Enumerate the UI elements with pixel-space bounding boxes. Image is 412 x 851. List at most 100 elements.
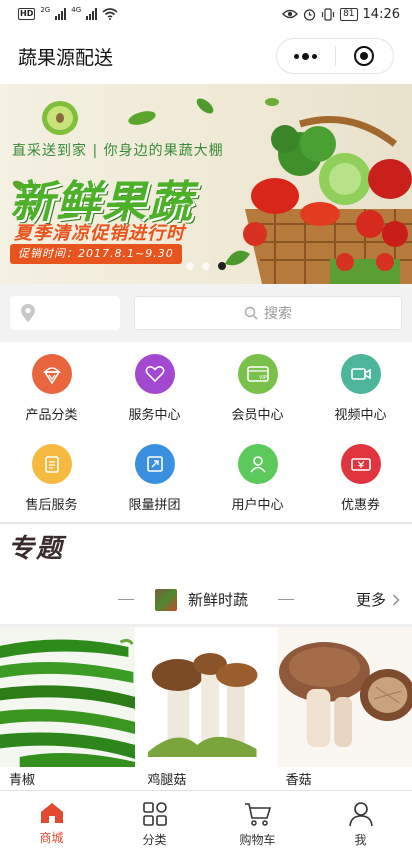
bottom-tab-bar: 商城 分类 购物车 我 <box>0 790 412 851</box>
menu-icon-circle <box>340 444 381 484</box>
menu-icon-circle <box>237 444 278 484</box>
product-name: 香菇 <box>285 773 312 788</box>
location-pin-icon <box>21 304 35 322</box>
menu-item-label: 视频中心 <box>334 408 387 423</box>
more-dot-icon <box>312 53 318 59</box>
menu-item-product-category[interactable]: 产品分类 <box>0 342 103 432</box>
mushroom-image <box>138 627 274 767</box>
tab-category[interactable]: 分类 <box>103 791 206 851</box>
home-icon <box>40 803 63 823</box>
more-options-button[interactable] <box>277 52 335 60</box>
product-card[interactable]: 青椒 <box>0 627 136 790</box>
search-row: 搜索 <box>0 284 412 342</box>
category-thumbnail <box>155 589 177 611</box>
promo-banner[interactable]: 直采送到家 | 你身边的果蔬大棚 新鲜果蔬 夏季清凉促销进行时 促销时间：201… <box>0 84 412 284</box>
topic-section-title: 专题 <box>8 534 65 564</box>
cart-icon <box>244 803 271 826</box>
eye-icon <box>282 9 298 19</box>
signal-icon <box>55 8 67 20</box>
status-time: 14:26 <box>362 6 400 22</box>
tab-label: 我 <box>354 833 367 847</box>
share-box-icon <box>146 456 163 472</box>
menu-item-label: 会员中心 <box>231 408 284 423</box>
alarm-icon <box>303 8 316 21</box>
location-selector[interactable] <box>10 296 120 330</box>
menu-item-service-center[interactable]: 服务中心 <box>103 342 206 432</box>
menu-icon-circle: VIP <box>237 354 278 394</box>
menu-item-label: 优惠券 <box>340 498 380 513</box>
tab-mall[interactable]: 商城 <box>0 791 103 851</box>
mini-program-capsule <box>276 38 394 74</box>
product-name: 鸡腿菇 <box>147 773 187 788</box>
menu-item-coupon[interactable]: 优惠券 <box>309 432 412 522</box>
product-card[interactable]: 香菇 <box>276 627 412 790</box>
svg-text:VIP: VIP <box>259 375 267 381</box>
battery-indicator: 81 <box>340 7 358 21</box>
tab-me[interactable]: 我 <box>309 791 412 851</box>
status-right: 81 14:26 <box>282 7 400 22</box>
wifi-icon <box>102 8 118 20</box>
vip-card-icon: VIP <box>246 366 269 382</box>
search-icon <box>244 306 258 320</box>
ice-cream-icon <box>42 367 61 385</box>
vibrate-icon <box>321 7 335 21</box>
more-label: 更多 <box>356 591 387 609</box>
title-bar: 蔬果源配送 <box>0 28 412 84</box>
product-list: 青椒 鸡腿菇 香菇 <box>0 627 412 790</box>
target-icon <box>354 46 375 66</box>
menu-item-label: 售后服务 <box>25 498 78 513</box>
menu-item-label: 限量拼团 <box>128 498 181 513</box>
chevron-right-icon <box>393 594 400 605</box>
menu-item-member-center[interactable]: VIP 会员中心 <box>206 342 309 432</box>
carousel-indicator <box>0 262 412 270</box>
menu-item-label: 服务中心 <box>128 408 181 423</box>
menu-icon-circle <box>31 444 72 484</box>
search-input[interactable]: 搜索 <box>134 296 402 330</box>
status-left: HD 2G 4G <box>18 6 118 20</box>
more-dot-icon <box>302 52 310 60</box>
tab-cart[interactable]: 购物车 <box>206 791 309 851</box>
coupon-icon <box>350 458 371 471</box>
category-header: 新鲜时蔬 更多 <box>0 584 412 616</box>
menu-icon-circle <box>340 354 381 394</box>
section-divider <box>0 522 412 524</box>
video-camera-icon <box>350 368 371 380</box>
more-link[interactable]: 更多 <box>356 589 400 610</box>
product-card[interactable]: 鸡腿菇 <box>138 627 274 790</box>
heart-icon <box>145 366 164 383</box>
more-dot-icon <box>294 53 300 59</box>
menu-icon-circle <box>134 444 175 484</box>
product-name: 青椒 <box>9 773 36 788</box>
tab-label: 购物车 <box>239 833 276 847</box>
category-name: 新鲜时蔬 <box>188 591 249 609</box>
green-pepper-image <box>0 627 136 767</box>
status-bar: HD 2G 4G 81 14:26 <box>0 0 412 28</box>
menu-icon-circle <box>134 354 175 394</box>
menu-item-video-center[interactable]: 视频中心 <box>309 342 412 432</box>
divider-line <box>118 599 134 600</box>
clipboard-icon <box>44 456 59 473</box>
page-title: 蔬果源配送 <box>18 46 114 69</box>
menu-item-label: 用户中心 <box>231 498 284 513</box>
network-2g-label: 2G <box>40 6 51 14</box>
divider-line <box>278 599 294 600</box>
menu-item-label: 产品分类 <box>25 408 78 423</box>
network-4g-label: 4G <box>71 6 82 14</box>
close-mini-program-button[interactable] <box>336 46 394 66</box>
user-icon <box>249 456 266 473</box>
menu-item-user-center[interactable]: 用户中心 <box>206 432 309 522</box>
menu-item-group-buy[interactable]: 限量拼团 <box>103 432 206 522</box>
banner-subtitle: 直采送到家 | 你身边的果蔬大棚 <box>12 143 224 159</box>
shiitake-image <box>276 627 412 767</box>
carousel-dot[interactable] <box>186 262 194 270</box>
menu-item-after-sales[interactable]: 售后服务 <box>0 432 103 522</box>
menu-icon-circle <box>31 354 72 394</box>
tab-label: 分类 <box>142 833 167 847</box>
tab-label: 商城 <box>39 831 64 845</box>
profile-icon <box>348 802 373 827</box>
carousel-dot[interactable] <box>202 262 210 270</box>
search-placeholder: 搜索 <box>264 306 292 322</box>
grid-icon <box>142 802 167 826</box>
hd-badge: HD <box>18 8 36 20</box>
carousel-dot[interactable] <box>218 262 226 270</box>
